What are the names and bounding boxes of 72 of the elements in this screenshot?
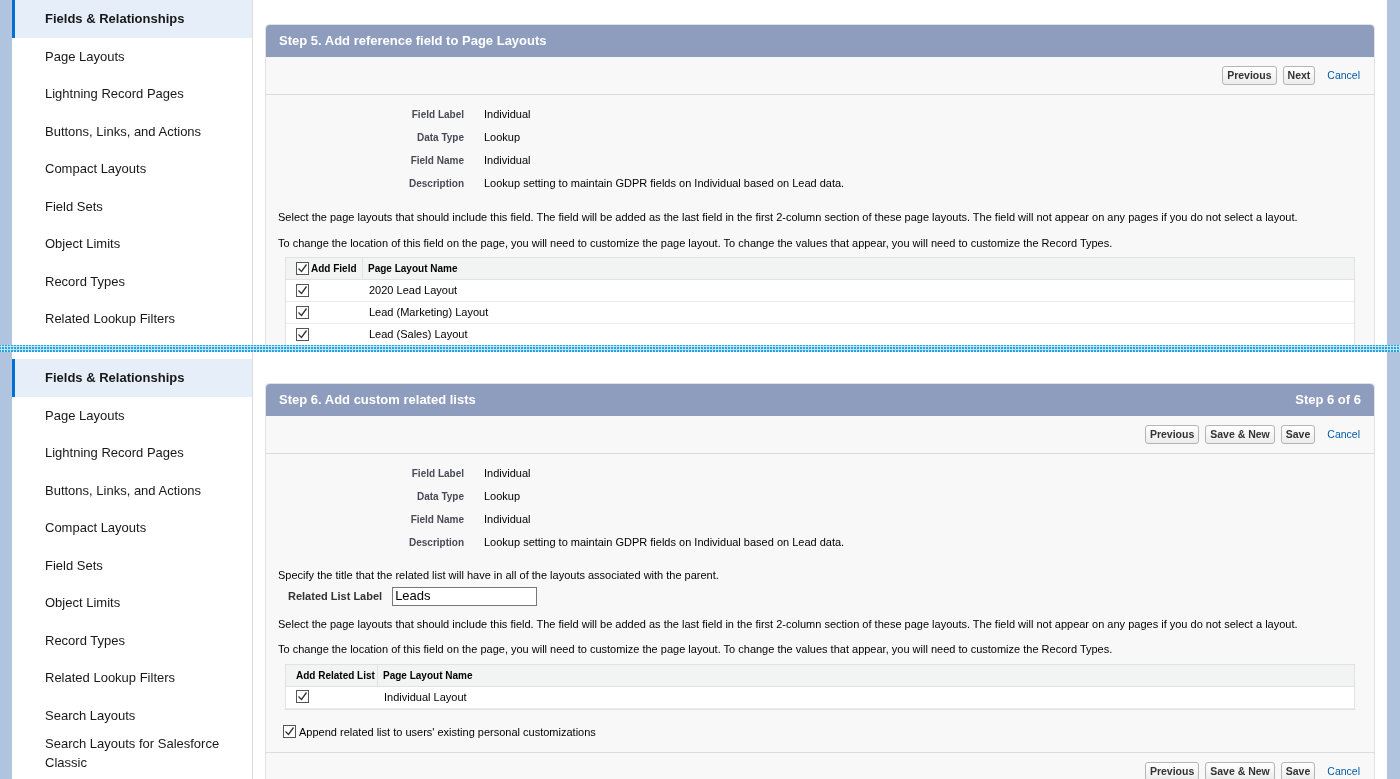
sidebar-item[interactable]: Record Types <box>12 262 252 300</box>
instruction-text: Select the page layouts that should include this field. The field will be added as the last field in the first 2-column section of these page layouts. The field will not appear on any pages if you do not select a layout. <box>278 616 1299 632</box>
panel-title: Step 5. Add reference field to Page Layouts <box>279 32 547 51</box>
column-header: Add Related List <box>296 668 375 683</box>
detail-value: Individual <box>484 465 531 481</box>
detail-label: Field Name <box>409 153 464 168</box>
cancel-link[interactable]: Cancel <box>1327 763 1360 779</box>
sidebar-item[interactable]: Record Types <box>12 621 252 659</box>
table-cell-text: Individual Layout <box>384 689 467 705</box>
detail-label: Data Type <box>415 130 464 145</box>
column-header: Page Layout Name <box>368 262 458 276</box>
sidebar-item[interactable]: Buttons, Links, and Actions <box>12 112 252 150</box>
sidebar-item[interactable]: Compact Layouts <box>12 150 252 188</box>
sidebar-item[interactable]: Page Layouts <box>12 396 252 434</box>
sidebar-item[interactable]: Search Layouts <box>12 696 252 734</box>
sidebar-item[interactable]: Field Sets <box>12 546 252 584</box>
form-button[interactable]: Previous <box>1222 66 1277 85</box>
detail-label: Field Name <box>409 512 464 527</box>
cancel-link[interactable]: Cancel <box>1327 67 1360 84</box>
checkbox[interactable] <box>296 327 309 341</box>
instruction-text: To change the location of this field on the page, you will need to customize the page layout. To change the values that appear, you will need to customize the Record Types. <box>278 642 1114 657</box>
detail-value: Individual <box>484 106 531 122</box>
form-button[interactable]: Previous <box>1144 762 1200 779</box>
sidebar-item[interactable]: Search Layouts for Salesforce Classic <box>12 734 252 772</box>
sidebar-item[interactable]: Object Limits <box>12 584 252 622</box>
checkbox[interactable] <box>283 725 296 739</box>
sidebar-item[interactable]: Object Limits <box>12 225 252 263</box>
form-button[interactable]: Save & New <box>1205 762 1275 779</box>
detail-label: Field Label <box>410 466 464 481</box>
detail-value: Individual <box>484 152 531 168</box>
related-list-label-field[interactable]: Leads <box>392 586 538 606</box>
checkbox[interactable] <box>296 283 309 297</box>
detail-label: Description <box>408 176 464 191</box>
field-label: Related List Label <box>288 588 383 604</box>
detail-value: Lookup <box>484 488 521 504</box>
sidebar-item[interactable]: Fields & Relationships <box>12 359 252 397</box>
instruction-text: Select the page layouts that should include this field. The field will be added as the last field in the first 2-column section of these page layouts. The field will not appear on any pages if you do not select a layout. <box>278 210 1299 225</box>
form-button[interactable]: Save & New <box>1205 425 1275 444</box>
sidebar-item[interactable]: Fields & Relationships <box>12 0 252 38</box>
checkbox[interactable] <box>296 690 309 703</box>
detail-label: Data Type <box>415 489 464 504</box>
sidebar-item[interactable]: Lightning Record Pages <box>12 75 252 113</box>
table-cell-text: 2020 Lead Layout <box>369 283 458 299</box>
column-header: Add Field <box>311 262 357 276</box>
form-button[interactable]: Save <box>1280 425 1316 444</box>
cancel-link[interactable]: Cancel <box>1327 426 1360 443</box>
detail-value: Lookup setting to maintain GDPR fields on Individual based on Lead data. <box>484 534 845 550</box>
sidebar-item[interactable]: Field Sets <box>12 187 252 225</box>
table-cell-text: Lead (Marketing) Layout <box>369 305 489 321</box>
form-button[interactable]: Save <box>1280 762 1316 779</box>
instruction-text: Specify the title that the related list will have in all of the layouts associated with the parent. <box>278 568 720 583</box>
form-button[interactable]: Next <box>1282 66 1316 85</box>
detail-value: Lookup setting to maintain GDPR fields on Individual based on Lead data. <box>484 175 845 191</box>
sidebar-item[interactable]: Related Lookup Filters <box>12 300 252 338</box>
detail-label: Field Label <box>410 107 464 122</box>
sidebar-item[interactable]: Page Layouts <box>12 37 252 75</box>
table-cell-text: Lead (Sales) Layout <box>369 327 468 343</box>
form-button[interactable]: Previous <box>1144 425 1200 444</box>
checkbox[interactable] <box>296 305 309 319</box>
checkbox-label: Append related list to users' existing personal customizations <box>299 724 596 740</box>
sidebar-item[interactable]: Buttons, Links, and Actions <box>12 471 252 509</box>
sidebar-item[interactable]: Related Lookup Filters <box>12 659 252 697</box>
checkbox[interactable] <box>296 262 309 275</box>
step-label: Step 6 of 6 <box>1295 391 1361 410</box>
detail-value: Lookup <box>484 129 521 145</box>
sidebar-item[interactable]: Compact Layouts <box>12 509 252 547</box>
detail-label: Description <box>408 535 464 550</box>
detail-value: Individual <box>484 511 531 527</box>
instruction-text: To change the location of this field on the page, you will need to customize the page layout. To change the values that appear, you will need to customize the Record Types. <box>278 235 1114 251</box>
panel-title: Step 6. Add custom related lists <box>279 391 476 410</box>
sidebar-item[interactable]: Lightning Record Pages <box>12 434 252 472</box>
column-header: Page Layout Name <box>383 668 473 683</box>
